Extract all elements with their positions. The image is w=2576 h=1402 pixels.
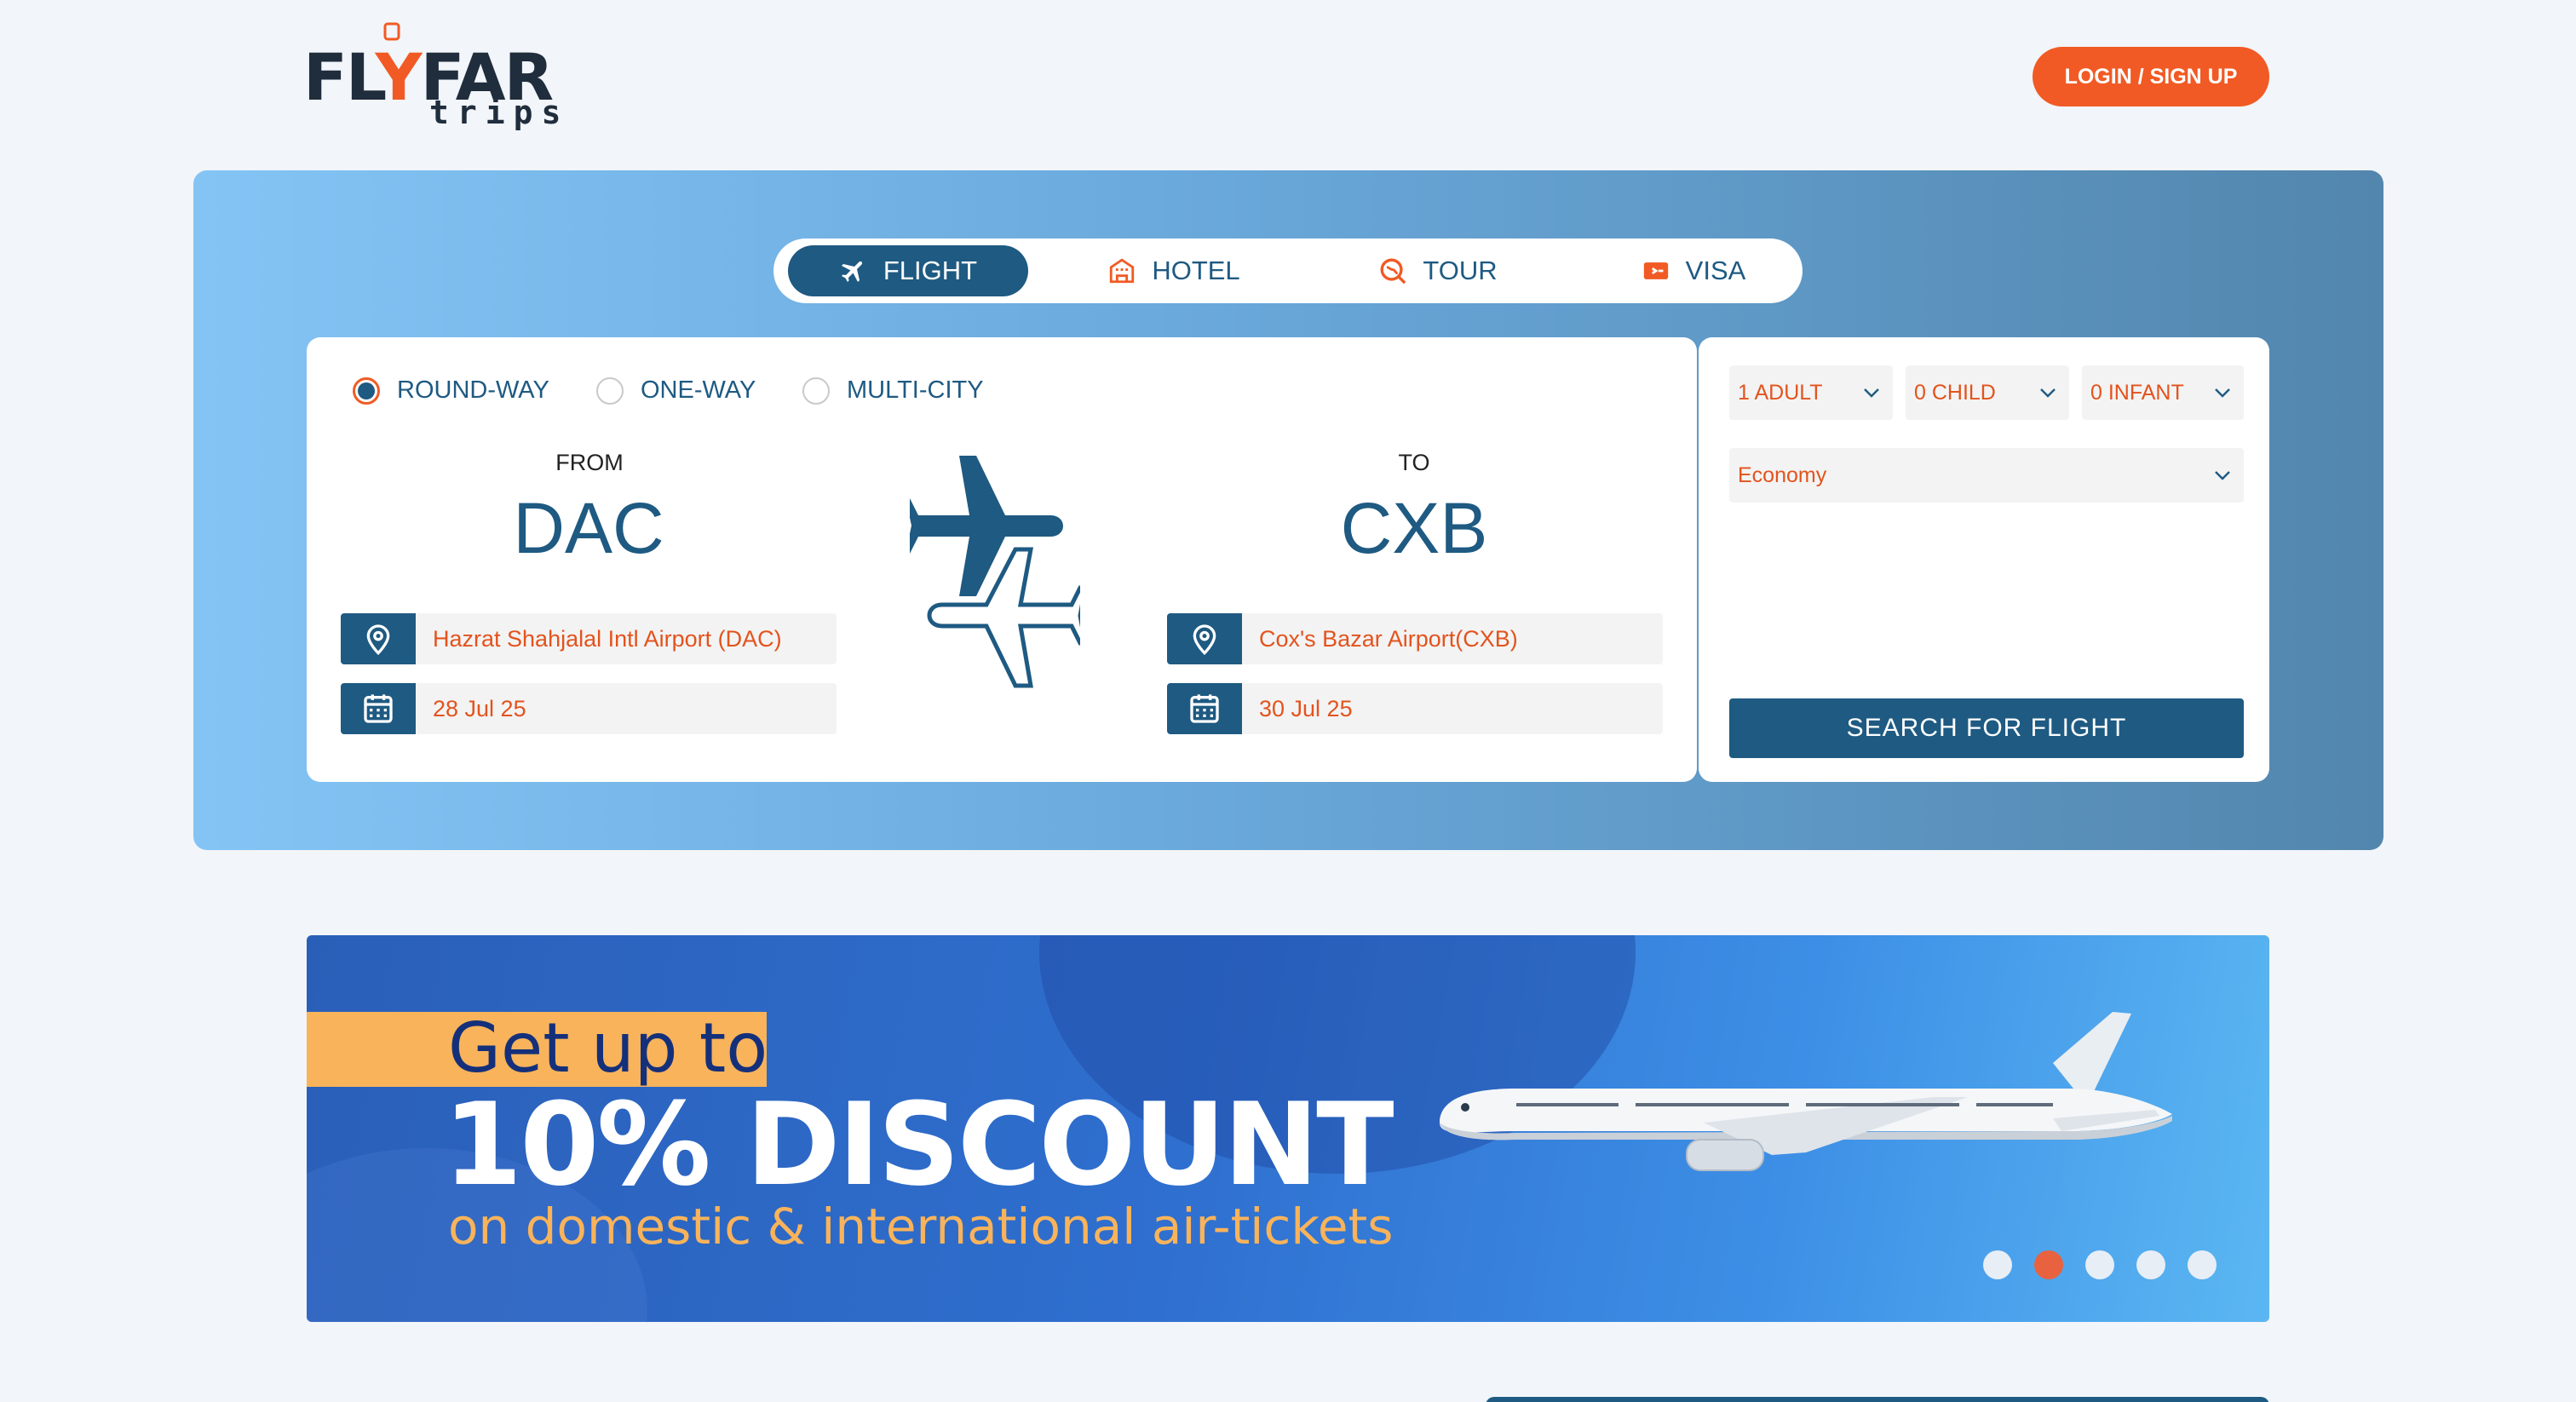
child-select[interactable]: 0 CHILD (1906, 365, 2069, 420)
to-label: TO (1398, 450, 1430, 475)
tour-icon (1380, 258, 1406, 284)
radio-button[interactable] (596, 376, 624, 405)
tab-visa[interactable]: VISA (1608, 245, 1779, 296)
banner-subtext: on domestic & international air-tickets (448, 1198, 1394, 1255)
departure-date: 28 Jul 25 (416, 683, 837, 734)
tab-flight[interactable]: FLIGHT (788, 245, 1028, 296)
return-date-field[interactable]: 30 Jul 25 (1167, 683, 1663, 734)
swap-airplanes-icon[interactable] (910, 456, 1080, 694)
cabin-class-select[interactable]: Economy (1729, 448, 2244, 503)
carousel-dot[interactable] (2085, 1250, 2114, 1279)
tab-tour[interactable]: TOUR (1344, 245, 1532, 296)
calendar-icon (1167, 683, 1242, 734)
login-signup-button[interactable]: LOGIN / SIGN UP (2033, 47, 2269, 106)
trip-type-multi-city[interactable]: MULTI-CITY (802, 376, 984, 405)
service-tabs: FLIGHT HOTEL TOUR VISA (773, 238, 1803, 303)
discount-banner[interactable]: Get up to 10% DISCOUNT on domestic & int… (307, 935, 2269, 1322)
carousel-dot[interactable] (2136, 1250, 2165, 1279)
chevron-down-icon (1864, 388, 1879, 398)
calendar-icon (341, 683, 416, 734)
carousel-indicators (1983, 1250, 2217, 1279)
adult-select[interactable]: 1 ADULT (1729, 365, 1893, 420)
logo-subtitle: trips (429, 94, 570, 131)
luggage-icon (383, 22, 400, 41)
from-airport-code[interactable]: DAC (418, 487, 759, 570)
to-airport-code[interactable]: CXB (1244, 487, 1584, 570)
radio-button[interactable] (353, 376, 380, 405)
trip-type-one-way[interactable]: ONE-WAY (596, 376, 756, 405)
carousel-dot-active[interactable] (2034, 1250, 2063, 1279)
trip-type-round-way[interactable]: ROUND-WAY (353, 376, 549, 405)
return-date: 30 Jul 25 (1242, 683, 1663, 734)
chevron-down-icon (2215, 388, 2230, 398)
chevron-down-icon (2215, 471, 2230, 480)
infant-select[interactable]: 0 INFANT (2082, 365, 2244, 420)
banner-headline: Get up to (448, 1008, 768, 1088)
carousel-dot[interactable] (2188, 1250, 2217, 1279)
radio-button[interactable] (802, 376, 830, 405)
banner-discount-text: 10% DISCOUNT (443, 1078, 1394, 1211)
flyfar-logo[interactable]: FLYFAR trips (303, 22, 561, 133)
search-flight-button[interactable]: SEARCH FOR FLIGHT (1729, 698, 2244, 758)
airplane-icon (841, 261, 862, 283)
to-airport-field[interactable]: Cox's Bazar Airport(CXB) (1167, 613, 1663, 664)
from-label: FROM (555, 450, 624, 475)
hotel-icon (1110, 258, 1135, 284)
from-airport-field[interactable]: Hazrat Shahjalal Intl Airport (DAC) (341, 613, 837, 664)
location-pin-icon (341, 613, 416, 664)
visa-icon (1643, 262, 1668, 279)
airliner-image (1440, 1012, 2172, 1171)
departure-date-field[interactable]: 28 Jul 25 (341, 683, 837, 734)
next-section-edge (1486, 1397, 2269, 1402)
carousel-dot[interactable] (1983, 1250, 2012, 1279)
from-airport-name: Hazrat Shahjalal Intl Airport (DAC) (416, 613, 837, 664)
tab-hotel[interactable]: HOTEL (1080, 245, 1268, 296)
chevron-down-icon (2040, 388, 2056, 398)
location-pin-icon (1167, 613, 1242, 664)
to-airport-name: Cox's Bazar Airport(CXB) (1242, 613, 1663, 664)
